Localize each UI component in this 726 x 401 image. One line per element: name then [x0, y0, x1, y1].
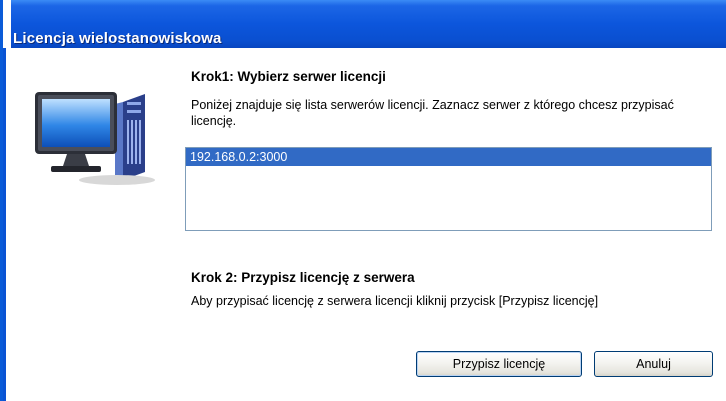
- title-bar[interactable]: Licencja wielostanowiskowa: [3, 0, 726, 48]
- cancel-button[interactable]: Anuluj: [594, 351, 713, 377]
- server-list[interactable]: 192.168.0.2:3000: [185, 147, 712, 231]
- step2-heading: Krok 2: Przypisz licencję z serwera: [191, 270, 415, 285]
- server-list-item[interactable]: 192.168.0.2:3000: [186, 148, 711, 166]
- window-border: [3, 48, 6, 401]
- step1-description: Poniżej znajduje się lista serwerów lice…: [191, 98, 674, 128]
- step2-description: Aby przypisać licencję z serwera licencj…: [191, 294, 599, 308]
- window-title: Licencja wielostanowiskowa: [13, 30, 222, 47]
- computer-monitor-icon: [27, 80, 167, 190]
- step1-heading: Krok1: Wybierz serwer licencji: [191, 69, 386, 84]
- license-dialog: Licencja wielostanowiskowa Krok1: Wybier…: [0, 0, 726, 401]
- assign-license-button[interactable]: Przypisz licencję: [416, 351, 582, 377]
